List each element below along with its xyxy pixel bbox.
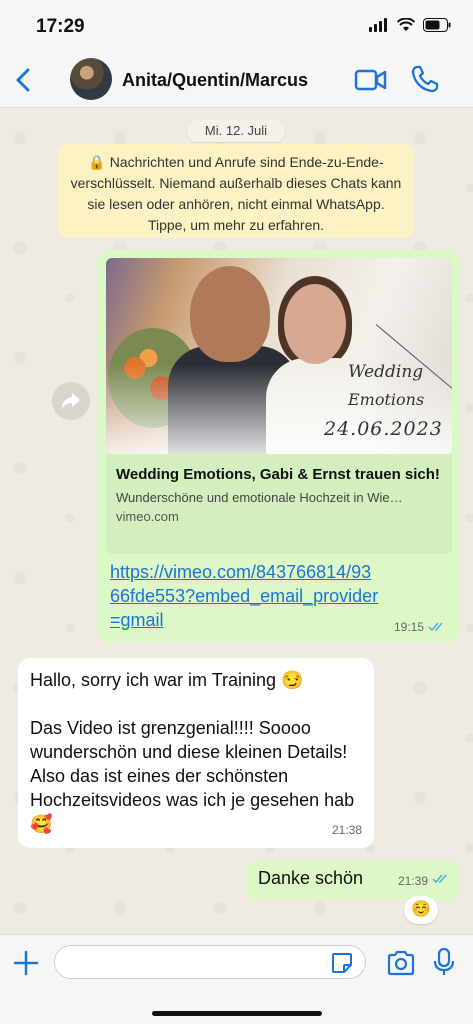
groom-face xyxy=(190,266,270,362)
overlay-title-1: Wedding xyxy=(348,362,424,382)
camera-button[interactable] xyxy=(386,949,416,977)
reaction-badge[interactable]: ☺️ xyxy=(404,896,438,924)
message-meta: 19:15 xyxy=(394,620,446,634)
video-call-button[interactable] xyxy=(354,66,388,94)
microphone-button[interactable] xyxy=(432,947,456,977)
overlay-title-2: Emotions xyxy=(348,390,425,409)
link-preview-domain: vimeo.com xyxy=(116,509,179,524)
battery-icon xyxy=(423,18,451,32)
bride-face xyxy=(284,284,346,364)
incoming-message-bubble[interactable]: Hallo, sorry ich war im Training 😏 Das V… xyxy=(18,658,374,848)
read-ticks-icon xyxy=(428,622,443,632)
encryption-notice[interactable]: 🔒 Nachrichten und Anrufe sind Ende-zu-En… xyxy=(58,144,414,238)
incoming-message-line-1: Hallo, sorry ich war im Training 😏 xyxy=(30,670,304,690)
encryption-notice-text: Nachrichten und Anrufe sind Ende-zu-Ende… xyxy=(70,154,402,233)
chat-header: Anita/Quentin/Marcus xyxy=(0,52,473,108)
outgoing-reply-meta: 21:39 xyxy=(398,874,450,888)
share-arrow-icon xyxy=(62,393,80,409)
message-input[interactable] xyxy=(54,945,366,979)
outgoing-reply-text: Danke schön xyxy=(258,868,364,888)
incoming-message-line-2: Das Video ist grenzgenial!!!! Soooo wund… xyxy=(30,718,355,834)
home-indicator xyxy=(152,1011,322,1016)
status-bar: 17:29 xyxy=(0,0,473,52)
outgoing-reply-time: 21:39 xyxy=(397,874,428,888)
incoming-message-time: 21:38 xyxy=(331,823,362,837)
link-preview-description: Wunderschöne und emotionale Hochzeit in … xyxy=(116,490,403,505)
status-icons xyxy=(369,18,451,32)
chat-area[interactable]: Mi. 12. Juli 🔒 Nachrichten und Anrufe si… xyxy=(0,108,473,934)
link-preview-image[interactable]: Wedding Emotions 24.06.2023 xyxy=(106,258,452,454)
overlay-date: 24.06.2023 xyxy=(324,418,443,440)
chat-title[interactable]: Anita/Quentin/Marcus xyxy=(122,70,308,91)
input-bar xyxy=(0,934,473,1024)
message-time: 19:15 xyxy=(393,620,424,634)
group-avatar[interactable] xyxy=(70,58,112,100)
link-message-bubble[interactable]: Wedding Emotions 24.06.2023 Wedding Emot… xyxy=(98,250,460,642)
lock-icon: 🔒 xyxy=(88,154,106,170)
read-ticks-icon xyxy=(432,874,447,884)
date-label: Mi. 12. Juli xyxy=(188,120,284,142)
link-preview-meta[interactable]: Wedding Emotions, Gabi & Ernst trauen si… xyxy=(106,454,452,554)
attach-plus-button[interactable] xyxy=(12,949,40,977)
back-button[interactable] xyxy=(10,64,38,96)
sticker-button[interactable] xyxy=(330,951,354,975)
signal-icon xyxy=(369,18,387,32)
voice-call-button[interactable] xyxy=(410,64,440,94)
message-link[interactable]: https://vimeo.com/843766814/9366fde553?e… xyxy=(110,560,380,632)
status-time: 17:29 xyxy=(36,16,85,37)
link-preview-title: Wedding Emotions, Gabi & Ernst trauen si… xyxy=(116,466,440,483)
incoming-message-spacer xyxy=(30,692,362,716)
outgoing-reply-bubble[interactable]: Danke schön 21:39 xyxy=(246,860,460,900)
wifi-icon xyxy=(397,18,415,31)
forward-button[interactable] xyxy=(52,382,90,420)
